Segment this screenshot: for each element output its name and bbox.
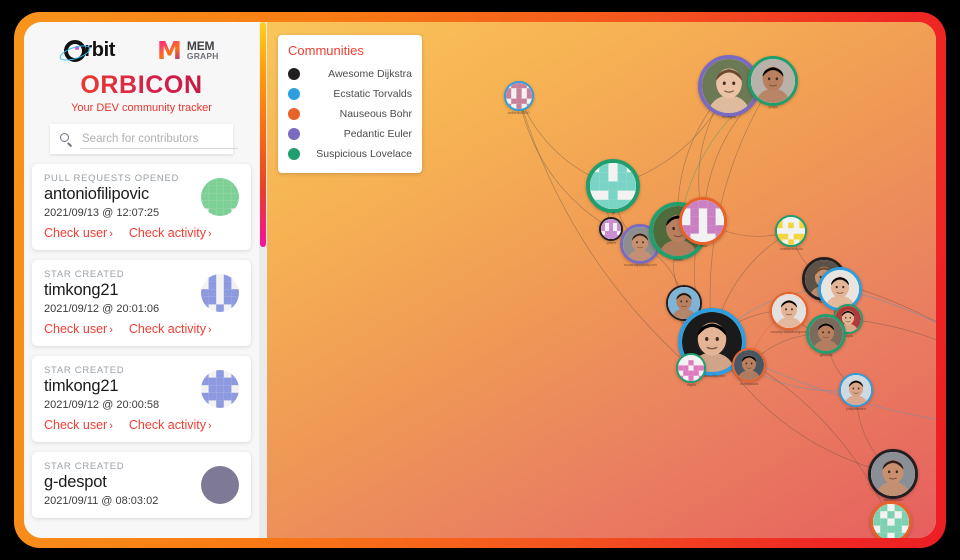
avatar bbox=[201, 274, 239, 312]
sidebar: rbit M MEM GRAPH ORBICON Your DEV commun… bbox=[24, 22, 267, 538]
graph-node-label: pitrex bbox=[606, 240, 617, 245]
app-window: rbit M MEM GRAPH ORBICON Your DEV commun… bbox=[24, 22, 936, 538]
sidebar-scrollbar-thumb[interactable] bbox=[260, 22, 266, 247]
legend-item[interactable]: Ecstatic Torvalds bbox=[288, 84, 412, 104]
graph-node-label: filutic bbox=[673, 257, 683, 262]
activity-card[interactable]: STAR CREATED timkong21 2021/09/12 @ 20:0… bbox=[32, 356, 251, 442]
check-activity-link[interactable]: Check activity › bbox=[129, 418, 212, 432]
graph-node-avatar bbox=[734, 350, 765, 380]
graph-node[interactable]: mastermedia bbox=[775, 215, 808, 251]
orbit-logo: rbit bbox=[58, 39, 115, 64]
check-activity-link[interactable]: Check activity › bbox=[129, 322, 212, 336]
legend-item-label: Ecstatic Torvalds bbox=[333, 88, 412, 100]
graph-node-avatar bbox=[751, 59, 796, 103]
graph-node-label: mastermedia bbox=[779, 246, 803, 251]
graph-node[interactable]: oforeweser bbox=[868, 449, 919, 502]
activity-actions: Check user › Check activity › bbox=[44, 418, 239, 432]
graph-node-avatar bbox=[821, 270, 860, 308]
graph-node[interactable]: jbajic bbox=[748, 56, 799, 109]
legend-item-label: Awesome Dijkstra bbox=[328, 68, 412, 80]
graph-node-label: mda bbox=[699, 243, 708, 248]
brand-row: rbit M MEM GRAPH bbox=[24, 22, 259, 67]
graph-node-avatar bbox=[590, 163, 637, 209]
sidebar-scroll-content: rbit M MEM GRAPH ORBICON Your DEV commun… bbox=[24, 22, 259, 538]
graph-node[interactable]: pi bbox=[586, 159, 641, 215]
legend-color-swatch bbox=[288, 108, 300, 120]
graph-canvas[interactable]: antonio2000 tonegas jbajic pi pitrex suz… bbox=[267, 22, 936, 538]
activity-card[interactable]: STAR CREATED g-despot 2021/09/11 @ 08:03… bbox=[32, 452, 251, 518]
check-activity-link[interactable]: Check activity › bbox=[129, 226, 212, 240]
search-icon bbox=[58, 131, 74, 147]
legend-color-swatch bbox=[288, 68, 300, 80]
avatar bbox=[201, 370, 239, 408]
legend-item-label: Pedantic Euler bbox=[343, 128, 412, 140]
graph-node[interactable]: anselpraskoborgomo bbox=[770, 292, 809, 334]
search-input[interactable] bbox=[80, 129, 238, 149]
activity-actions: Check user › Check activity › bbox=[44, 226, 239, 240]
activity-card-list: PULL REQUESTS OPENED antoniofilipovic 20… bbox=[24, 164, 259, 518]
legend-item-label: Suspicious Lovelace bbox=[316, 148, 412, 160]
graph-node-avatar bbox=[505, 83, 532, 109]
activity-card[interactable]: STAR CREATED timkong21 2021/09/12 @ 20:0… bbox=[32, 260, 251, 346]
graph-node-avatar bbox=[841, 375, 872, 405]
graph-node-avatar bbox=[809, 317, 844, 351]
graph-node[interactable]: josipmrden bbox=[839, 373, 874, 411]
legend-item[interactable]: Nauseous Bohr bbox=[288, 104, 412, 124]
graph-node[interactable]: matipasos bbox=[732, 348, 767, 386]
legend-item[interactable]: Pedantic Euler bbox=[288, 124, 412, 144]
memgraph-logo-text: MEM GRAPH bbox=[187, 40, 219, 61]
legend-color-swatch bbox=[288, 128, 300, 140]
graph-node[interactable]: digikt bbox=[676, 353, 707, 387]
search-box[interactable] bbox=[50, 124, 238, 154]
check-user-link[interactable]: Check user › bbox=[44, 226, 113, 240]
memgraph-mark-icon: M bbox=[157, 36, 182, 65]
legend-title: Communities bbox=[288, 43, 364, 58]
graph-node-avatar bbox=[682, 200, 725, 242]
legend-item[interactable]: Suspicious Lovelace bbox=[288, 144, 412, 164]
legend-item[interactable]: Awesome Dijkstra bbox=[288, 64, 412, 84]
avatar bbox=[201, 178, 239, 216]
memgraph-word-graph: GRAPH bbox=[186, 51, 219, 62]
graph-node-label: anselpraskoborgomo bbox=[770, 329, 808, 334]
graph-node[interactable]: pitrex bbox=[599, 217, 624, 245]
graph-node-avatar bbox=[772, 294, 807, 328]
graph-node-label: antonio2000 bbox=[507, 110, 530, 115]
graph-node-label: tonegas bbox=[722, 114, 737, 119]
graph-node[interactable]: kanova bbox=[818, 267, 863, 314]
graph-node-label: matipasos bbox=[740, 381, 759, 386]
avatar bbox=[201, 466, 239, 504]
graph-node-avatar bbox=[601, 219, 622, 239]
activity-card[interactable]: PULL REQUESTS OPENED antoniofilipovic 20… bbox=[32, 164, 251, 250]
graph-node-label: josipmrden bbox=[846, 406, 866, 411]
legend-item-label: Nauseous Bohr bbox=[339, 108, 412, 120]
graph-node-label: digikt bbox=[686, 382, 697, 387]
legend-color-swatch bbox=[288, 88, 300, 100]
check-user-link[interactable]: Check user › bbox=[44, 418, 113, 432]
orbit-mark-icon bbox=[58, 39, 93, 64]
activity-actions: Check user › Check activity › bbox=[44, 322, 239, 336]
sidebar-scrollbar-track[interactable] bbox=[259, 22, 267, 538]
legend-color-swatch bbox=[288, 148, 300, 160]
graph-node-avatar bbox=[871, 452, 916, 496]
memgraph-logo: M MEM GRAPH bbox=[157, 38, 219, 63]
legend-rows: Awesome Dijkstra Ecstatic Torvalds Nause… bbox=[288, 64, 412, 164]
graph-node[interactable]: antonio2000 bbox=[503, 81, 534, 115]
graph-node-avatar bbox=[678, 355, 705, 381]
communities-legend: Communities Awesome Dijkstra Ecstatic To… bbox=[278, 35, 422, 173]
graph-node-label: suzanapratodpoch bbox=[623, 262, 657, 267]
graph-node-label: pi bbox=[611, 210, 616, 215]
app-frame: rbit M MEM GRAPH ORBICON Your DEV commun… bbox=[14, 12, 946, 548]
graph-node-avatar bbox=[777, 217, 806, 245]
graph-node[interactable]: mda bbox=[679, 197, 728, 248]
page-title: ORBICON bbox=[24, 71, 259, 100]
graph-node-avatar bbox=[873, 504, 910, 538]
graph-node[interactable]: ghosak bbox=[806, 314, 847, 357]
check-user-link[interactable]: Check user › bbox=[44, 322, 113, 336]
page-subtitle: Your DEV community tracker bbox=[71, 102, 212, 114]
graph-node-label: jbajic bbox=[768, 104, 778, 109]
graph-node-label: ghosak bbox=[819, 352, 833, 357]
graph-node[interactable]: jk32n bbox=[870, 501, 913, 538]
